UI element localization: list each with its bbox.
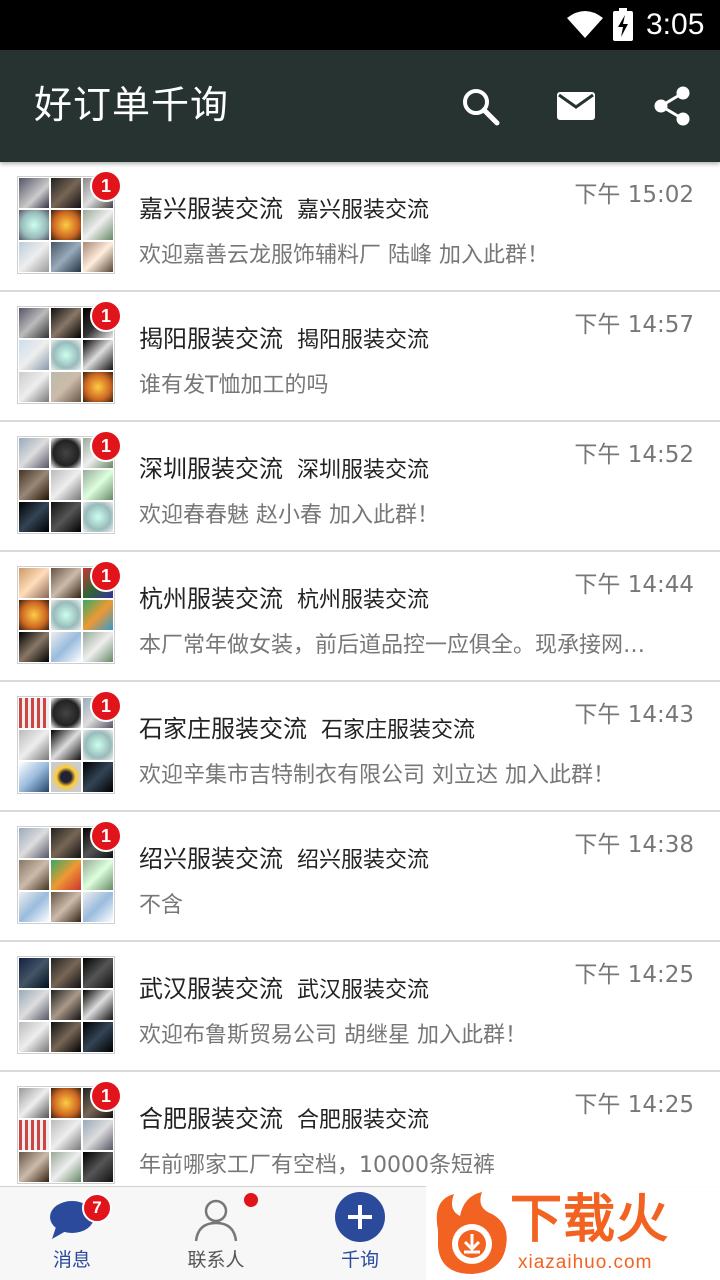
unread-badge: 1 xyxy=(90,690,122,722)
conversation-time: 下午 14:52 xyxy=(574,442,694,468)
conversation-row[interactable]: 1 揭阳服装交流 揭阳服装交流 下午 14:57 谁有发T恤加工的吗 xyxy=(0,292,720,422)
conversation-time: 下午 14:43 xyxy=(574,702,694,728)
watermark-text: 下载火 xyxy=(510,1190,670,1250)
conversation-name: 石家庄服装交流 石家庄服装交流 xyxy=(139,715,476,743)
tab-messages[interactable]: 7 消息 xyxy=(12,1187,132,1280)
app-title: 好订单千询 xyxy=(34,83,230,127)
add-icon xyxy=(334,1191,386,1247)
conversation-name: 武汉服装交流 武汉服装交流 xyxy=(139,975,430,1003)
conversation-time: 下午 14:25 xyxy=(574,962,694,988)
conversation-row[interactable]: 1 合肥服装交流 合肥服装交流 下午 14:25 年前哪家工厂有空档，10000条… xyxy=(0,1072,720,1186)
conversation-name: 揭阳服装交流 揭阳服装交流 xyxy=(139,325,430,353)
mail-button[interactable] xyxy=(554,84,598,128)
watermark-url: xiazaihuo.com xyxy=(518,1252,653,1273)
conversation-row[interactable]: 1 嘉兴服装交流 嘉兴服装交流 下午 15:02 欢迎嘉善云龙服饰辅料厂 陆峰 加… xyxy=(0,162,720,292)
conversation-row[interactable]: 1 杭州服装交流 杭州服装交流 下午 14:44 本厂常年做女装，前后道品控一应俱… xyxy=(0,552,720,682)
conversation-preview: 欢迎春春魅 赵小春 加入此群！ xyxy=(139,503,439,528)
messages-badge: 7 xyxy=(82,1193,112,1223)
conversation-name: 深圳服装交流 深圳服装交流 xyxy=(139,455,430,483)
unread-badge: 1 xyxy=(90,820,122,852)
unread-badge: 1 xyxy=(90,560,122,592)
mail-icon xyxy=(557,92,595,120)
conversation-time: 下午 14:57 xyxy=(574,312,694,338)
conversation-preview: 欢迎辛集市吉特制衣有限公司 刘立达 加入此群！ xyxy=(139,763,615,788)
conversation-row[interactable]: 武汉服装交流 武汉服装交流 下午 14:25 欢迎布鲁斯贸易公司 胡继星 加入此群… xyxy=(0,942,720,1072)
conversation-preview: 本厂常年做女装，前后道品控一应俱全。现承接网… xyxy=(139,633,646,658)
conversation-name: 嘉兴服装交流 嘉兴服装交流 xyxy=(139,195,430,223)
group-avatar xyxy=(17,956,115,1054)
unread-badge: 1 xyxy=(90,1080,122,1112)
conversation-time: 下午 15:02 xyxy=(574,182,694,208)
conversation-preview: 不含 xyxy=(139,893,184,918)
wifi-icon xyxy=(566,10,604,44)
flame-download-icon xyxy=(430,1190,512,1280)
share-button[interactable] xyxy=(650,84,694,128)
conversation-time: 下午 14:44 xyxy=(574,572,694,598)
conversation-list[interactable]: 1 嘉兴服装交流 嘉兴服装交流 下午 15:02 欢迎嘉善云龙服饰辅料厂 陆峰 加… xyxy=(0,162,720,1186)
conversation-row[interactable]: 1 深圳服装交流 深圳服装交流 下午 14:52 欢迎春春魅 赵小春 加入此群！ xyxy=(0,422,720,552)
conversation-name: 绍兴服装交流 绍兴服装交流 xyxy=(139,845,430,873)
contacts-dot xyxy=(244,1193,258,1207)
watermark-logo: 下载火 xiazaihuo.com xyxy=(426,1186,720,1280)
tab-messages-label: 消息 xyxy=(52,1249,91,1271)
app-bar: 好订单千询 xyxy=(0,50,720,162)
person-icon xyxy=(192,1195,240,1247)
conversation-time: 下午 14:25 xyxy=(574,1092,694,1118)
conversation-name: 杭州服装交流 杭州服装交流 xyxy=(139,585,430,613)
tab-inquiry[interactable]: 千询 xyxy=(300,1187,420,1280)
conversation-preview: 谁有发T恤加工的吗 xyxy=(139,373,329,398)
share-icon xyxy=(654,86,690,126)
unread-badge: 1 xyxy=(90,170,122,202)
tab-contacts[interactable]: 联系人 xyxy=(156,1187,276,1280)
conversation-row[interactable]: 1 石家庄服装交流 石家庄服装交流 下午 14:43 欢迎辛集市吉特制衣有限公司 … xyxy=(0,682,720,812)
search-button[interactable] xyxy=(458,84,502,128)
conversation-preview: 年前哪家工厂有空档，10000条短裤 xyxy=(139,1153,495,1178)
search-icon xyxy=(463,89,500,126)
battery-charging-icon xyxy=(612,8,634,46)
status-bar: 3:05 xyxy=(0,0,720,50)
unread-badge: 1 xyxy=(90,430,122,462)
conversation-row[interactable]: 1 绍兴服装交流 绍兴服装交流 下午 14:38 不含 xyxy=(0,812,720,942)
clock: 3:05 xyxy=(646,8,705,41)
conversation-time: 下午 14:38 xyxy=(574,832,694,858)
conversation-name: 合肥服装交流 合肥服装交流 xyxy=(139,1105,430,1133)
tab-contacts-label: 联系人 xyxy=(187,1249,245,1271)
tab-inquiry-label: 千询 xyxy=(340,1249,379,1271)
unread-badge: 1 xyxy=(90,300,122,332)
conversation-preview: 欢迎布鲁斯贸易公司 胡继星 加入此群！ xyxy=(139,1023,527,1048)
conversation-preview: 欢迎嘉善云龙服饰辅料厂 陆峰 加入此群！ xyxy=(139,243,549,268)
